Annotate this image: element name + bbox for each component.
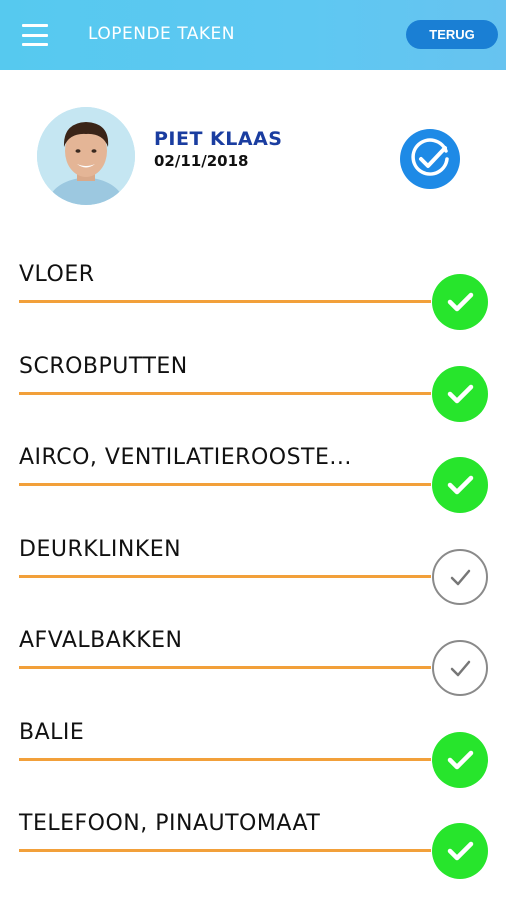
task-label: VLOER [19, 262, 95, 287]
check-circle-icon [447, 384, 474, 403]
page-title: LOPENDE TAKEN [88, 24, 235, 44]
app-header: LOPENDE TAKEN TERUG [0, 0, 506, 70]
person-photo-icon [37, 107, 135, 205]
task-label: BALIE [19, 719, 85, 745]
task-done-toggle[interactable] [432, 274, 488, 330]
menu-icon[interactable] [22, 24, 48, 46]
task-divider [19, 300, 431, 303]
avatar [37, 107, 135, 205]
task-done-toggle[interactable] [432, 731, 488, 788]
task-done-toggle[interactable] [432, 365, 488, 422]
task-open-toggle[interactable] [432, 548, 488, 605]
task-row[interactable]: AFVALBAKKEN [0, 628, 506, 708]
task-divider [19, 849, 431, 852]
task-divider [19, 391, 431, 395]
task-divider [19, 483, 431, 486]
task-divider [19, 574, 431, 578]
task-label: AIRCO, VENTILATIEROOSTE... [19, 445, 352, 470]
confirm-check-button[interactable] [400, 129, 460, 189]
task-label: TELEFOON, PINAUTOMAAT [19, 811, 321, 836]
check-circle-icon [447, 841, 474, 861]
task-done-toggle[interactable] [432, 823, 488, 879]
task-row[interactable]: AIRCO, VENTILATIEROOSTE... [0, 445, 506, 525]
task-label: DEURKLINKEN [19, 536, 182, 562]
task-row[interactable]: SCROBPUTTEN [0, 354, 506, 434]
task-open-toggle[interactable] [432, 640, 488, 696]
check-outline-icon [450, 660, 471, 677]
task-label: SCROBPUTTEN [19, 353, 188, 379]
check-circle-icon [447, 292, 474, 312]
user-date: 02/11/2018 [154, 152, 249, 170]
user-name: PIET KLAAS [154, 128, 283, 150]
task-divider [19, 757, 431, 761]
task-divider [19, 666, 431, 669]
task-row[interactable]: BALIE [0, 720, 506, 800]
check-circle-icon [447, 750, 474, 769]
task-row[interactable]: VLOER [0, 262, 506, 342]
task-row[interactable]: TELEFOON, PINAUTOMAAT [0, 811, 506, 891]
check-circle-icon [411, 138, 449, 176]
check-outline-icon [450, 569, 471, 585]
check-circle-icon [447, 475, 474, 495]
back-button[interactable]: TERUG [406, 20, 498, 49]
task-row[interactable]: DEURKLINKEN [0, 537, 506, 617]
task-done-toggle[interactable] [432, 457, 488, 513]
task-label: AFVALBAKKEN [19, 628, 183, 653]
